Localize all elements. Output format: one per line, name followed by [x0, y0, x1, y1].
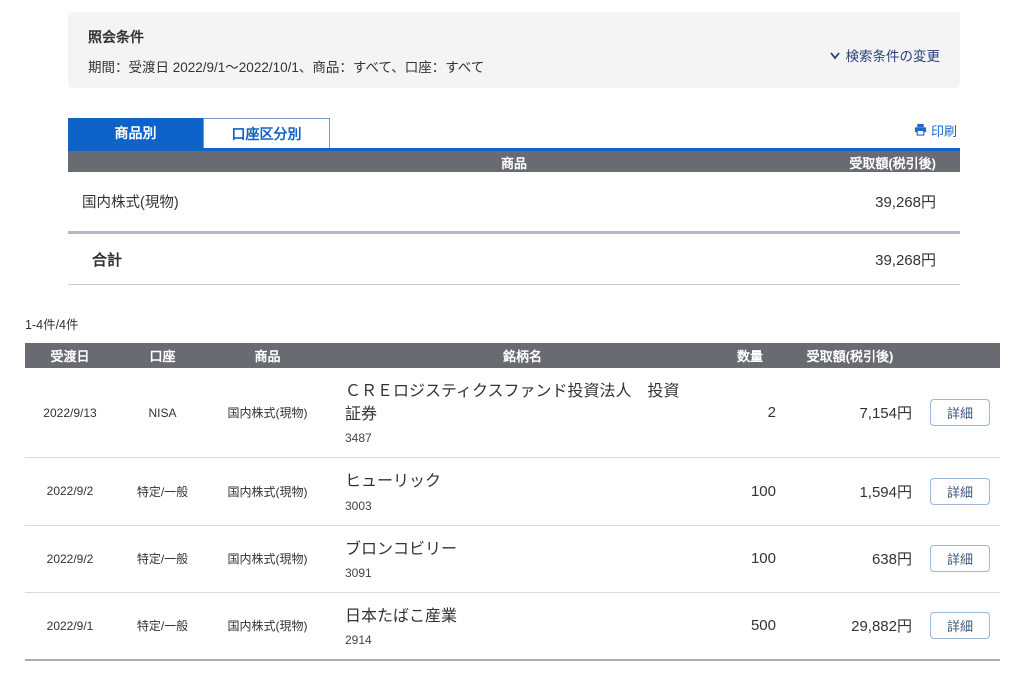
product-type: 国内株式(現物): [210, 525, 325, 592]
conditions-title: 照会条件: [88, 27, 940, 47]
print-link[interactable]: 印刷: [914, 121, 957, 140]
received-amount: 7,154円: [780, 368, 920, 458]
security-cell: ブロンコビリー 3091: [325, 525, 720, 592]
summary-product-name: 国内株式(現物): [82, 191, 179, 212]
product-type: 国内株式(現物): [210, 592, 325, 660]
quantity: 100: [720, 525, 780, 592]
detail-button[interactable]: 詳細: [930, 399, 990, 426]
received-amount: 638円: [780, 525, 920, 592]
col-header-amount: 受取額(税引後): [780, 343, 920, 368]
table-row: 2022/9/2 特定/一般 国内株式(現物) ヒューリック 3003 100 …: [25, 458, 1000, 525]
quantity: 2: [720, 368, 780, 458]
chevron-down-icon: [829, 49, 841, 61]
security-name: 日本たばこ産業: [345, 605, 690, 628]
quantity: 500: [720, 592, 780, 660]
security-name: ヒューリック: [345, 470, 690, 493]
col-header-account: 口座: [115, 343, 210, 368]
summary-table: 商品 受取額(税引後) 国内株式(現物) 39,268円 合計 39,268円: [68, 151, 960, 285]
col-header-product: 商品: [210, 343, 325, 368]
col-header-quantity: 数量: [720, 343, 780, 368]
detail-header-row: 受渡日 口座 商品 銘柄名 数量 受取額(税引後): [25, 343, 1000, 368]
total-amount: 39,268円: [875, 249, 936, 270]
summary-col-product: 商品: [501, 153, 527, 172]
security-cell: 日本たばこ産業 2914: [325, 592, 720, 660]
upper-section: 照会条件 期間：受渡日 2022/9/1～2022/10/1、商品：すべて、口座…: [68, 12, 960, 285]
security-code: 3003: [345, 499, 690, 513]
col-header-actions: [920, 343, 1000, 368]
settlement-date: 2022/9/1: [25, 592, 115, 660]
security-name: ＣＲＥロジスティクスファンド投資法人 投資証券: [345, 380, 690, 426]
summary-product-amount: 39,268円: [875, 191, 936, 212]
col-header-security-name: 銘柄名: [325, 343, 720, 368]
received-amount: 29,882円: [780, 592, 920, 660]
product-type: 国内株式(現物): [210, 368, 325, 458]
received-amount: 1,594円: [780, 458, 920, 525]
tab-by-product-label: 商品別: [115, 123, 157, 143]
col-header-settlement-date: 受渡日: [25, 343, 115, 368]
action-cell: 詳細: [920, 525, 1000, 592]
summary-row: 国内株式(現物) 39,268円: [68, 172, 960, 231]
settlement-date: 2022/9/2: [25, 525, 115, 592]
print-label: 印刷: [931, 121, 957, 140]
account-type: NISA: [115, 368, 210, 458]
product-type: 国内株式(現物): [210, 458, 325, 525]
detail-button[interactable]: 詳細: [930, 478, 990, 505]
payment-detail-table: 受渡日 口座 商品 銘柄名 数量 受取額(税引後) 2022/9/13 NISA…: [25, 343, 1000, 661]
quantity: 100: [720, 458, 780, 525]
security-cell: ヒューリック 3003: [325, 458, 720, 525]
tab-by-account-type-label: 口座区分別: [232, 124, 302, 144]
total-label: 合計: [92, 249, 122, 270]
summary-col-amount: 受取額(税引後): [849, 153, 936, 172]
security-code: 3091: [345, 566, 690, 580]
tab-by-product[interactable]: 商品別: [68, 118, 203, 148]
conditions-description: 期間：受渡日 2022/9/1～2022/10/1、商品：すべて、口座：すべて: [88, 56, 940, 76]
detail-button[interactable]: 詳細: [930, 545, 990, 572]
settlement-date: 2022/9/2: [25, 458, 115, 525]
summary-table-header: 商品 受取額(税引後): [68, 151, 960, 172]
security-cell: ＣＲＥロジスティクスファンド投資法人 投資証券 3487: [325, 368, 720, 458]
change-search-conditions-label: 検索条件の変更: [846, 45, 941, 65]
table-row: 2022/9/1 特定/一般 国内株式(現物) 日本たばこ産業 2914 500…: [25, 592, 1000, 660]
table-row: 2022/9/2 特定/一般 国内株式(現物) ブロンコビリー 3091 100…: [25, 525, 1000, 592]
action-cell: 詳細: [920, 592, 1000, 660]
account-type: 特定/一般: [115, 525, 210, 592]
lower-section: 1-4件/4件 受渡日 口座 商品 銘柄名 数量 受取額(税引後) 2022/9…: [25, 314, 1000, 661]
account-type: 特定/一般: [115, 592, 210, 660]
account-type: 特定/一般: [115, 458, 210, 525]
security-code: 2914: [345, 633, 690, 647]
printer-icon: [914, 123, 927, 139]
tab-by-account-type[interactable]: 口座区分別: [203, 118, 330, 148]
settlement-date: 2022/9/13: [25, 368, 115, 458]
security-name: ブロンコビリー: [345, 538, 690, 561]
summary-total-row: 合計 39,268円: [68, 234, 960, 285]
result-count: 1-4件/4件: [25, 314, 1000, 333]
table-row: 2022/9/13 NISA 国内株式(現物) ＣＲＥロジスティクスファンド投資…: [25, 368, 1000, 458]
change-search-conditions-link[interactable]: 検索条件の変更: [829, 45, 941, 65]
detail-button[interactable]: 詳細: [930, 612, 990, 639]
inquiry-conditions-panel: 照会条件 期間：受渡日 2022/9/1～2022/10/1、商品：すべて、口座…: [68, 12, 960, 88]
security-code: 3487: [345, 431, 690, 445]
action-cell: 詳細: [920, 458, 1000, 525]
action-cell: 詳細: [920, 368, 1000, 458]
tab-bar: 商品別 口座区分別 印刷: [68, 118, 960, 151]
